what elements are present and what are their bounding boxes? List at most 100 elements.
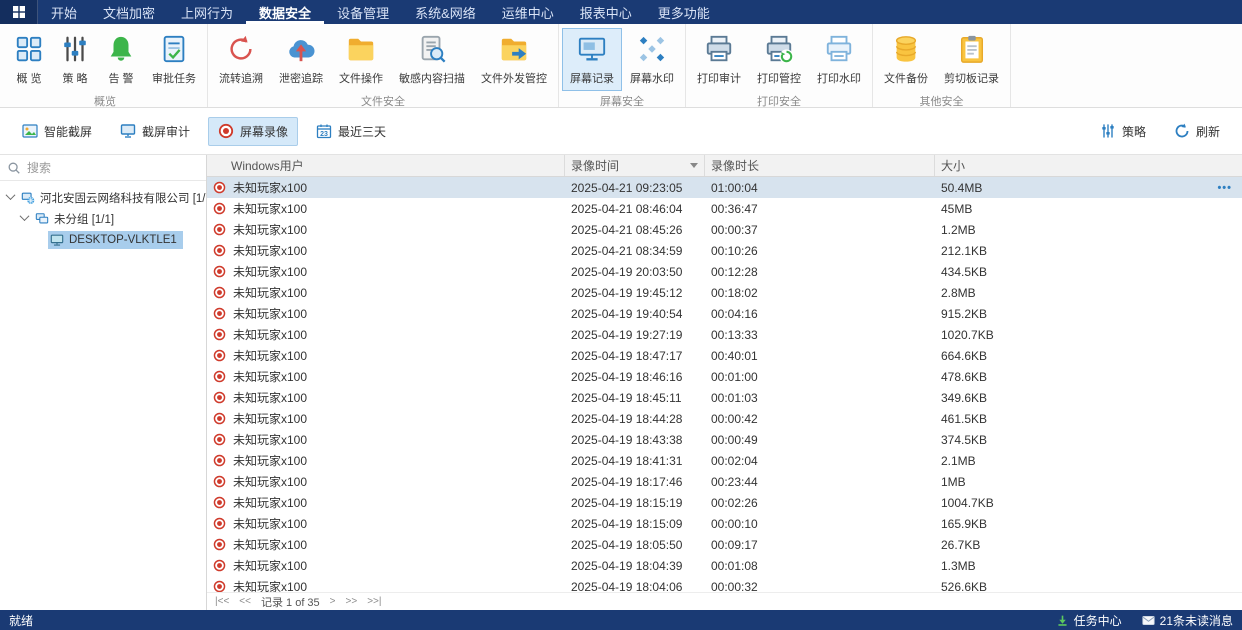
record-icon — [213, 265, 226, 278]
table-row[interactable]: 未知玩家x100 2025-04-19 18:05:50 00:09:17 26… — [207, 534, 1242, 555]
row-size: 1.3MB — [941, 559, 976, 573]
row-user-cell: 未知玩家x100 — [207, 389, 565, 406]
row-time: 2025-04-19 18:47:17 — [565, 349, 705, 363]
row-user: 未知玩家x100 — [233, 284, 307, 301]
ribbon-print-watermark-button[interactable]: 打印水印 — [809, 28, 869, 91]
table-row[interactable]: 未知玩家x100 2025-04-19 18:47:17 00:40:01 66… — [207, 345, 1242, 366]
row-time: 2025-04-21 08:34:59 — [565, 244, 705, 258]
row-time: 2025-04-19 19:27:19 — [565, 328, 705, 342]
menubar-item[interactable]: 运维中心 — [489, 0, 567, 24]
menubar-item[interactable]: 报表中心 — [567, 0, 645, 24]
screen-video-button[interactable]: 屏幕录像 — [208, 117, 298, 146]
ribbon-leak-tracking-button[interactable]: 泄密追踪 — [271, 28, 331, 91]
column-header-user[interactable]: Windows用户 — [207, 155, 565, 176]
row-user-cell: 未知玩家x100 — [207, 284, 565, 301]
tree-item-company[interactable]: 河北安固云网络科技有限公司 [1/1] — [0, 187, 206, 208]
table-row[interactable]: 未知玩家x100 2025-04-19 18:43:38 00:00:49 37… — [207, 429, 1242, 450]
record-icon — [213, 559, 226, 572]
ribbon-policy-button[interactable]: 策 略 — [52, 28, 98, 91]
recent-days-button[interactable]: 23最近三天 — [306, 117, 396, 146]
ribbon-print-control-button[interactable]: 打印管控 — [749, 28, 809, 91]
ribbon-overview-button[interactable]: 概 览 — [6, 28, 52, 91]
menubar-item[interactable]: 数据安全 — [246, 0, 324, 24]
ribbon-sensitive-scan-button[interactable]: 敏感内容扫描 — [391, 28, 473, 91]
table-row[interactable]: 未知玩家x100 2025-04-19 18:04:39 00:01:08 1.… — [207, 555, 1242, 576]
last-page-button[interactable]: >>| — [367, 596, 381, 607]
table-row[interactable]: 未知玩家x100 2025-04-19 18:15:19 00:02:26 10… — [207, 492, 1242, 513]
capture-audit-button[interactable]: 截屏审计 — [110, 117, 200, 146]
menubar-item[interactable]: 开始 — [38, 0, 90, 24]
row-duration: 00:12:28 — [705, 265, 935, 279]
search-input[interactable] — [27, 161, 199, 175]
clipboard-record-icon — [957, 34, 987, 64]
refresh-icon — [1174, 123, 1190, 139]
table-row[interactable]: 未知玩家x100 2025-04-19 18:45:11 00:01:03 34… — [207, 387, 1242, 408]
table-row[interactable]: 未知玩家x100 2025-04-21 08:34:59 00:10:26 21… — [207, 240, 1242, 261]
tree-item-ungrouped[interactable]: 未分组 [1/1] — [0, 208, 206, 229]
menubar-item[interactable]: 文档加密 — [90, 0, 168, 24]
row-time: 2025-04-21 08:46:04 — [565, 202, 705, 216]
row-user: 未知玩家x100 — [233, 473, 307, 490]
menubar-item[interactable]: 设备管理 — [324, 0, 402, 24]
ribbon-screen-watermark-button[interactable]: 屏幕水印 — [622, 28, 682, 91]
table-row[interactable]: 未知玩家x100 2025-04-19 19:40:54 00:04:16 91… — [207, 303, 1242, 324]
menubar-item[interactable]: 上网行为 — [168, 0, 246, 24]
row-size: 212.1KB — [941, 244, 987, 258]
ribbon-file-outgoing-button[interactable]: 文件外发管控 — [473, 28, 555, 91]
file-operation-folder-icon — [346, 34, 376, 64]
chevron-down-icon[interactable] — [6, 190, 16, 200]
record-icon — [218, 123, 234, 139]
capture-audit-monitor-icon — [120, 123, 136, 139]
app-menu-button[interactable] — [0, 0, 38, 24]
table-row[interactable]: 未知玩家x100 2025-04-19 19:45:12 00:18:02 2.… — [207, 282, 1242, 303]
table-row[interactable]: 未知玩家x100 2025-04-19 18:04:06 00:00:32 52… — [207, 576, 1242, 592]
menubar-item[interactable]: 更多功能 — [645, 0, 723, 24]
search-icon — [7, 161, 21, 175]
chevron-down-icon[interactable] — [20, 211, 30, 221]
search-box[interactable] — [0, 155, 206, 181]
ribbon-print-audit-button[interactable]: 打印审计 — [689, 28, 749, 91]
table-row[interactable]: 未知玩家x100 2025-04-19 18:17:46 00:23:44 1M… — [207, 471, 1242, 492]
refresh-button[interactable]: 刷新 — [1164, 117, 1230, 146]
prev-page-button[interactable]: << — [239, 596, 251, 607]
menubar-item[interactable]: 系统&网络 — [402, 0, 489, 24]
ribbon-file-backup-button[interactable]: 文件备份 — [876, 28, 936, 91]
ribbon-file-operation-button[interactable]: 文件操作 — [331, 28, 391, 91]
row-duration: 01:00:04 — [705, 181, 935, 195]
next-page-button[interactable]: > — [330, 596, 336, 607]
task-center-button[interactable]: 任务中心 — [1056, 612, 1122, 629]
calendar-icon: 23 — [316, 123, 332, 139]
table-row[interactable]: 未知玩家x100 2025-04-19 18:44:28 00:00:42 46… — [207, 408, 1242, 429]
more-actions-button[interactable]: ••• — [1217, 182, 1232, 194]
first-page-button[interactable]: |<< — [215, 596, 229, 607]
column-header-duration[interactable]: 录像时长 — [705, 155, 935, 176]
table-row[interactable]: 未知玩家x100 2025-04-19 20:03:50 00:12:28 43… — [207, 261, 1242, 282]
table-row[interactable]: 未知玩家x100 2025-04-19 18:41:31 00:02:04 2.… — [207, 450, 1242, 471]
sensitive-scan-icon — [417, 34, 447, 64]
table-row[interactable]: 未知玩家x100 2025-04-19 18:15:09 00:00:10 16… — [207, 513, 1242, 534]
row-time: 2025-04-19 18:15:19 — [565, 496, 705, 510]
table-row[interactable]: 未知玩家x100 2025-04-19 19:27:19 00:13:33 10… — [207, 324, 1242, 345]
policy-button[interactable]: 策略 — [1090, 117, 1156, 146]
tree-item-computer[interactable]: DESKTOP-VLKTLE1 — [0, 229, 206, 250]
smart-capture-button[interactable]: 智能截屏 — [12, 117, 102, 146]
ribbon-alert-button[interactable]: 告 警 — [98, 28, 144, 91]
column-header-time[interactable]: 录像时间 — [565, 155, 705, 176]
table-row[interactable]: 未知玩家x100 2025-04-21 08:45:26 00:00:37 1.… — [207, 219, 1242, 240]
ribbon-screen-record-button[interactable]: 屏幕记录 — [562, 28, 622, 91]
next2-page-button[interactable]: >> — [346, 596, 358, 607]
row-duration: 00:04:16 — [705, 307, 935, 321]
unread-messages-button[interactable]: 21条未读消息 — [1142, 612, 1233, 629]
row-duration: 00:13:33 — [705, 328, 935, 342]
filter-dropdown-icon[interactable] — [690, 163, 698, 168]
table-row[interactable]: 未知玩家x100 2025-04-19 18:46:16 00:01:00 47… — [207, 366, 1242, 387]
pagination-bar: |<< << 记录 1 of 35 > >> >>| — [207, 592, 1242, 610]
table-row[interactable]: 未知玩家x100 2025-04-21 09:23:05 01:00:04 50… — [207, 177, 1242, 198]
column-header-size[interactable]: 大小 — [935, 155, 1242, 176]
row-size: 2.1MB — [941, 454, 976, 468]
record-icon — [213, 181, 226, 194]
table-row[interactable]: 未知玩家x100 2025-04-21 08:46:04 00:36:47 45… — [207, 198, 1242, 219]
ribbon-approval-tasks-button[interactable]: 审批任务 — [144, 28, 204, 91]
ribbon-clipboard-record-button[interactable]: 剪切板记录 — [936, 28, 1007, 91]
ribbon-flow-trace-button[interactable]: 流转追溯 — [211, 28, 271, 91]
